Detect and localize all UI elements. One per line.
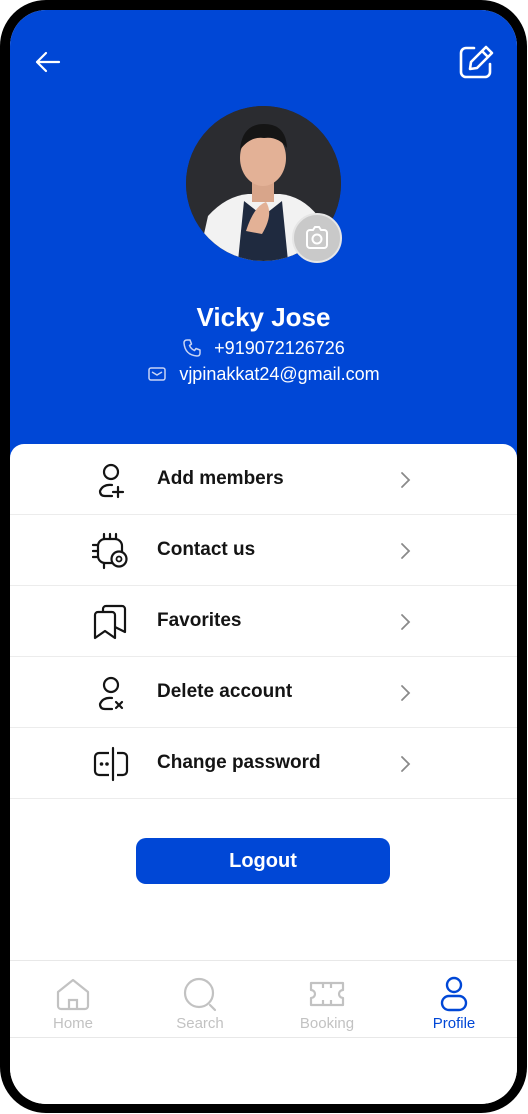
arrow-left-icon (35, 51, 61, 73)
nav-label: Search (176, 1015, 224, 1032)
menu-item-label: Favorites (157, 610, 242, 631)
add-user-icon (98, 463, 125, 499)
menu-item-favorites[interactable]: Favorites (10, 586, 517, 657)
menu-item-delete-account[interactable]: Delete account (10, 657, 517, 728)
nav-item-profile[interactable]: Profile (404, 961, 504, 1039)
menu-item-label: Add members (157, 468, 284, 489)
phone-number: +919072126726 (214, 337, 345, 358)
email-address: vjpinakkat24@gmail.com (179, 363, 380, 384)
mail-icon (148, 367, 167, 381)
menu-item-contact-us[interactable]: Contact us (10, 515, 517, 586)
bottom-nav: Home Search Booking Profile (10, 960, 517, 1038)
chevron-right-icon (401, 614, 411, 630)
menu-item-label: Contact us (157, 539, 256, 560)
edit-profile-button[interactable] (456, 42, 496, 82)
edit-icon (459, 45, 494, 79)
change-photo-button[interactable] (292, 213, 342, 263)
phone-icon (183, 339, 201, 357)
menu-item-label: Delete account (157, 681, 293, 702)
remove-user-icon (98, 676, 124, 711)
nav-label: Home (52, 1015, 93, 1032)
settings-chip-icon (92, 532, 128, 570)
menu-item-label: Change password (157, 752, 321, 773)
nav-item-search[interactable]: Search (150, 961, 250, 1039)
menu-item-add-members[interactable]: Add members (10, 444, 517, 515)
nav-item-booking[interactable]: Booking (277, 961, 377, 1039)
back-button[interactable] (32, 46, 64, 78)
chevron-right-icon (401, 685, 411, 701)
ticket-icon (309, 981, 345, 1007)
password-icon (93, 746, 129, 782)
menu-item-change-password[interactable]: Change password (10, 728, 517, 799)
phone-frame: Vicky Jose +919072126726 vjpinakkat24@gm… (0, 0, 527, 1113)
user-icon (440, 976, 468, 1012)
nav-item-home[interactable]: Home (23, 961, 123, 1039)
chevron-right-icon (401, 472, 411, 488)
profile-header: Vicky Jose +919072126726 vjpinakkat24@gm… (10, 10, 517, 480)
search-icon (183, 977, 217, 1012)
screen: Vicky Jose +919072126726 vjpinakkat24@gm… (10, 10, 517, 1104)
nav-label: Profile (432, 1015, 476, 1032)
chevron-right-icon (401, 543, 411, 559)
email-row: vjpinakkat24@gmail.com (10, 363, 517, 385)
home-icon (56, 978, 90, 1011)
logout-button[interactable]: Logout (136, 838, 390, 884)
camera-icon (306, 226, 328, 249)
profile-name: Vicky Jose (196, 302, 331, 332)
bookmarks-icon (93, 604, 127, 640)
phone-row: +919072126726 (10, 337, 517, 359)
nav-label: Booking (299, 1015, 355, 1032)
chevron-right-icon (401, 756, 411, 772)
